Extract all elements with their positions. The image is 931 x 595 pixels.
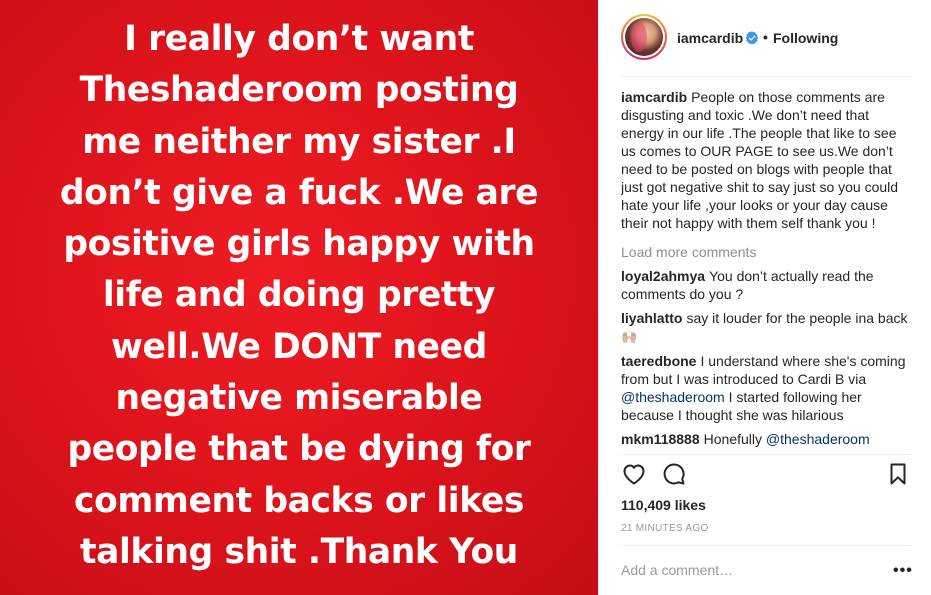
post-image-line: comment backs or likes [74, 480, 524, 521]
post-image[interactable]: I really don’t want Theshaderoom posting… [0, 0, 598, 595]
post-image-text: I really don’t want Theshaderoom posting… [0, 14, 598, 578]
post-timestamp[interactable]: 21 MINUTES AGO [621, 523, 709, 534]
post-image-line: well.We DONT need [111, 326, 487, 367]
post-header: iamcardib • Following [599, 0, 931, 76]
post-image-line: don’t give a fuck .We are [59, 172, 539, 213]
comment-mention-link[interactable]: @theshaderoom [621, 389, 725, 405]
post-image-line: people that be dying for [67, 429, 531, 470]
comment-item: loyal2ahmya You don’t actually read the c… [621, 267, 913, 303]
comment-text: say it louder for the people ina back [686, 310, 908, 326]
post-side-panel: iamcardib • Following iamcardib People on… [598, 0, 931, 595]
likes-count[interactable]: 110,409 likes [621, 497, 706, 513]
post-image-line: negative miserable [115, 378, 483, 419]
post-caption: iamcardib People on those comments are di… [621, 88, 913, 232]
post-image-line: Theshaderoom posting [79, 70, 519, 111]
comment-item: mkm118888 Honefully @theshaderoom [621, 430, 913, 448]
comments-divider [621, 454, 911, 455]
header-separator: • [763, 29, 768, 45]
heart-icon[interactable] [621, 461, 647, 487]
header-username[interactable]: iamcardib [677, 30, 743, 46]
post-image-line: me neither my sister .I [82, 121, 516, 162]
comment-item: liyahlatto say it louder for the people i… [621, 309, 913, 346]
following-button[interactable]: Following [773, 30, 838, 46]
action-bar [621, 461, 913, 491]
add-comment-input[interactable]: Add a comment… [621, 562, 733, 578]
comment-username[interactable]: loyal2ahmya [621, 268, 705, 284]
post-image-line: life and doing pretty [102, 275, 496, 316]
post-image-line: I really don’t want [124, 19, 474, 59]
verified-badge-icon [745, 31, 759, 45]
add-comment-divider [621, 545, 911, 546]
post-image-line: positive girls happy with [63, 224, 535, 265]
avatar[interactable] [621, 14, 667, 60]
post-image-line: talking shit .Thank You [80, 531, 518, 572]
comment-username[interactable]: taeredbone [621, 353, 696, 369]
more-options-icon[interactable]: ••• [893, 562, 913, 580]
bookmark-icon[interactable] [885, 461, 911, 487]
comments-list[interactable]: iamcardib People on those comments are di… [621, 88, 913, 454]
caption-text: People on those comments are disgusting … [621, 89, 899, 231]
comment-bubble-icon[interactable] [661, 461, 687, 487]
comment-mention-link[interactable]: @theshaderoom [766, 431, 870, 447]
comment-username[interactable]: mkm118888 [621, 431, 700, 447]
comment-username[interactable]: liyahlatto [621, 310, 682, 326]
raising-hands-emoji: 🙌🏼 [621, 329, 638, 344]
avatar-image [625, 18, 663, 56]
caption-username[interactable]: iamcardib [621, 89, 687, 105]
comment-text: Honefully [703, 431, 766, 447]
comment-item: taeredbone I understand where she's comin… [621, 352, 913, 424]
header-divider [621, 76, 911, 77]
load-more-comments-button[interactable]: Load more comments [621, 243, 913, 261]
